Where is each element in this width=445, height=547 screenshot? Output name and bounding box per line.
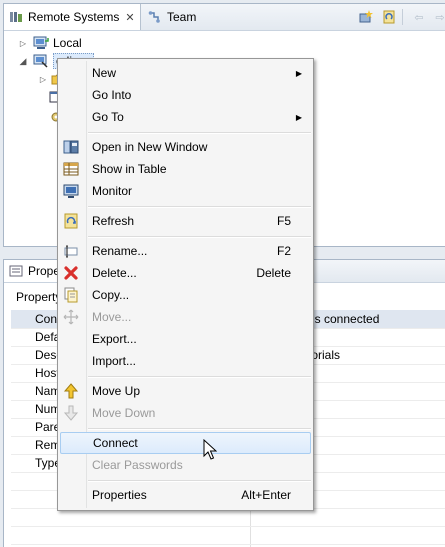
expand-icon[interactable]: ▷ — [38, 75, 48, 84]
column-header-property[interactable]: Property — [16, 290, 61, 304]
menu-item-label: Show in Table — [92, 162, 167, 176]
menu-item-go-into[interactable]: Go Into — [60, 84, 311, 106]
tab-team[interactable]: Team — [143, 4, 213, 30]
menu-item-shortcut: F2 — [276, 244, 291, 258]
menu-item-label: New — [92, 66, 117, 80]
menu-item-move-up[interactable]: Move Up — [60, 380, 311, 402]
down-arrow-icon — [63, 405, 79, 421]
menu-item-label: Monitor — [92, 184, 133, 198]
remote-system-icon — [33, 53, 49, 69]
close-icon[interactable]: ✕ — [125, 11, 134, 24]
menu-item-monitor[interactable]: Monitor — [60, 180, 311, 202]
menu-item-delete[interactable]: Delete... Delete — [60, 262, 311, 284]
tab-label: Remote Systems — [28, 10, 120, 24]
mouse-pointer-icon — [203, 439, 217, 460]
menu-separator — [88, 206, 311, 208]
monitor-icon — [63, 183, 79, 199]
up-arrow-icon — [63, 383, 79, 399]
menu-item-go-to[interactable]: Go To ▶ — [60, 106, 311, 128]
menu-item-new[interactable]: New ▶ — [60, 62, 311, 84]
delete-icon — [63, 265, 79, 281]
tab-label: Team — [167, 10, 197, 24]
table-icon — [63, 161, 79, 177]
refresh-icon — [63, 213, 79, 229]
menu-item-properties[interactable]: Properties Alt+Enter — [60, 484, 311, 506]
menu-item-show-in-table[interactable]: Show in Table — [60, 158, 311, 180]
menu-item-copy[interactable]: Copy... — [60, 284, 311, 306]
menu-separator — [88, 236, 311, 238]
copy-icon — [63, 287, 79, 303]
tab-remote-systems[interactable]: Remote Systems ✕ — [4, 4, 141, 30]
menu-item-label: Move Down — [92, 406, 156, 420]
menu-item-clear-passwords[interactable]: Clear Passwords — [60, 454, 311, 476]
menu-item-label: Move... — [92, 310, 132, 324]
menu-item-label: Go To — [92, 110, 124, 124]
menu-item-label: Move Up — [92, 384, 141, 398]
forward-arrow-icon[interactable]: ⇨ — [432, 10, 445, 24]
tree-item-label: Local — [53, 36, 82, 50]
menu-item-label: Export... — [92, 332, 137, 346]
menu-item-label: Copy... — [92, 288, 130, 302]
menu-item-label: Go Into — [92, 88, 132, 102]
menu-item-label: Delete... — [92, 266, 137, 280]
table-row — [11, 526, 445, 545]
menu-item-import[interactable]: Import... — [60, 350, 311, 372]
menu-separator — [88, 132, 311, 134]
remote-systems-icon — [8, 9, 24, 25]
rename-icon — [63, 243, 79, 259]
computer-icon — [33, 35, 49, 51]
menu-item-label: Refresh — [92, 214, 135, 228]
menu-item-label: Clear Passwords — [92, 458, 183, 472]
context-menu: New ▶ Go Into Go To ▶ Open in New Window… — [57, 58, 314, 511]
back-arrow-icon[interactable]: ⇦ — [411, 10, 427, 24]
menu-item-export[interactable]: Export... — [60, 328, 311, 350]
new-window-icon — [63, 139, 79, 155]
expand-icon[interactable]: ▷ — [18, 39, 28, 48]
menu-item-label: Properties — [92, 488, 147, 502]
toolbar-separator — [402, 9, 403, 25]
tree-item-local[interactable]: ▷ Local — [18, 34, 82, 52]
menu-item-open-in-new-window[interactable]: Open in New Window — [60, 136, 311, 158]
menu-item-label: Connect — [93, 436, 138, 450]
menu-item-move-down[interactable]: Move Down — [60, 402, 311, 424]
menu-item-shortcut: F5 — [276, 214, 291, 228]
new-connection-icon[interactable] — [358, 10, 374, 24]
menu-item-label: Rename... — [92, 244, 148, 258]
menu-item-move[interactable]: Move... — [60, 306, 311, 328]
submenu-arrow-icon: ▶ — [295, 68, 302, 78]
tab-label: Prope — [28, 264, 61, 278]
menu-item-refresh[interactable]: Refresh F5 — [60, 210, 311, 232]
menu-item-connect[interactable]: Connect — [60, 432, 311, 454]
submenu-arrow-icon: ▶ — [295, 112, 302, 122]
menu-item-rename[interactable]: Rename... F2 — [60, 240, 311, 262]
view-tab-bar: Remote Systems ✕ Team ⇦ ⇨ — [4, 4, 445, 31]
menu-item-label: Open in New Window — [92, 140, 208, 154]
team-icon — [147, 9, 163, 25]
menu-separator — [88, 376, 311, 378]
menu-item-label: Import... — [92, 354, 137, 368]
menu-separator — [88, 428, 311, 430]
refresh-icon[interactable] — [381, 10, 397, 24]
menu-separator — [88, 480, 311, 482]
menu-item-shortcut: Delete — [256, 266, 291, 280]
move-icon — [63, 309, 79, 325]
menu-item-shortcut: Alt+Enter — [241, 488, 291, 502]
properties-icon — [8, 263, 24, 279]
collapse-icon[interactable]: ◢ — [18, 56, 28, 67]
